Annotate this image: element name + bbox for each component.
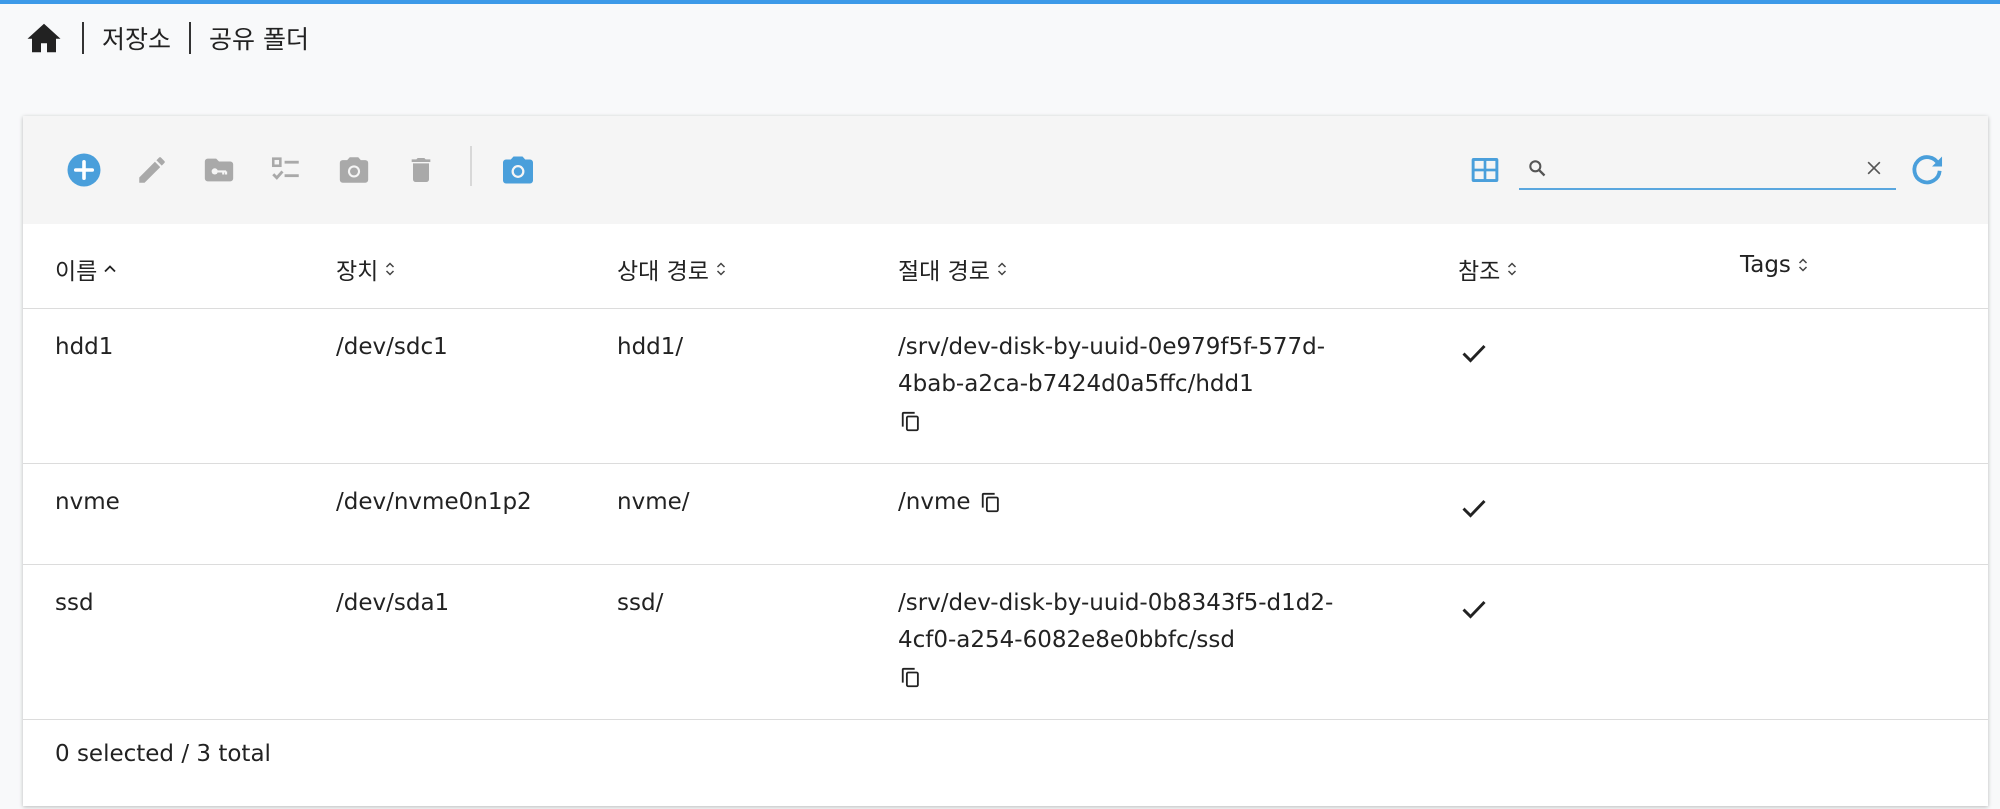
view-toggle-button[interactable] — [1465, 150, 1505, 190]
table-header: 이름 장치 상대 경로 절대 경로 참조 Tags — [23, 224, 1988, 309]
sort-icon — [996, 259, 1008, 279]
sort-icon — [715, 259, 727, 279]
toolbar-divider — [470, 146, 472, 186]
cell-absolute-path: /srv/dev-disk-by-uuid-0b8343f5-d1d2- 4cf… — [898, 585, 1378, 696]
add-icon — [67, 153, 101, 187]
absolute-path-line: 4bab-a2ca-b7424d0a5ffc/hdd1 — [898, 371, 1254, 397]
shared-folders-panel: 이름 장치 상대 경로 절대 경로 참조 Tags hdd1 /dev/sdc1… — [23, 116, 1988, 806]
breadcrumb-separator — [82, 22, 84, 54]
sort-icon — [1797, 255, 1809, 275]
refresh-icon — [1912, 155, 1943, 185]
cell-relative-path: nvme/ — [617, 489, 690, 515]
table-row[interactable]: nvme /dev/nvme0n1p2 nvme/ /nvme — [23, 464, 1988, 565]
camera-icon — [503, 156, 533, 184]
column-header-relative-path[interactable]: 상대 경로 — [617, 252, 727, 286]
absolute-path-line: /srv/dev-disk-by-uuid-0e979f5f-577d- — [898, 334, 1326, 360]
delete-icon — [411, 158, 431, 182]
snapshot-button[interactable] — [334, 150, 374, 190]
checklist-icon — [271, 157, 299, 180]
cell-absolute-path: /srv/dev-disk-by-uuid-0e979f5f-577d- 4ba… — [898, 329, 1378, 440]
sort-icon — [384, 259, 396, 279]
column-header-name[interactable]: 이름 — [55, 252, 117, 286]
absolute-path-line: /srv/dev-disk-by-uuid-0b8343f5-d1d2- — [898, 590, 1334, 616]
snapshots-list-button[interactable] — [498, 150, 538, 190]
column-header-label: 상대 경로 — [617, 259, 709, 285]
copy-path-button[interactable] — [898, 409, 924, 435]
breadcrumb-storage[interactable]: 저장소 — [102, 20, 171, 56]
column-header-label: 장치 — [336, 259, 379, 285]
delete-button[interactable] — [401, 150, 441, 190]
cell-name: ssd — [55, 590, 94, 616]
table-view-icon — [1471, 158, 1499, 182]
top-accent-bar — [0, 0, 2000, 4]
column-header-label: 참조 — [1458, 259, 1501, 285]
copy-icon — [901, 667, 919, 687]
column-header-label: Tags — [1740, 252, 1791, 278]
cell-relative-path: hdd1/ — [617, 334, 684, 360]
add-button[interactable] — [64, 150, 104, 190]
toolbar — [23, 116, 1988, 224]
selection-status: 0 selected / 3 total — [55, 741, 271, 767]
cell-name: nvme — [55, 489, 120, 515]
folder-key-icon — [204, 158, 234, 182]
search-input[interactable] — [1557, 154, 1851, 184]
acl-button[interactable] — [266, 150, 306, 190]
snapshot-icon — [339, 157, 369, 183]
copy-path-button[interactable] — [978, 490, 1004, 516]
search-icon — [1529, 160, 1546, 177]
copy-icon — [901, 411, 919, 431]
edit-icon — [139, 157, 165, 183]
cell-device: /dev/sdc1 — [336, 334, 448, 360]
permissions-button[interactable] — [199, 150, 239, 190]
absolute-path-line: /nvme — [898, 489, 971, 515]
column-header-device[interactable]: 장치 — [336, 252, 396, 286]
cell-name: hdd1 — [55, 334, 114, 360]
absolute-path-line: 4cf0-a254-6082e8e0bbfc/ssd — [898, 627, 1235, 653]
column-header-absolute-path[interactable]: 절대 경로 — [898, 252, 1008, 286]
edit-button[interactable] — [132, 150, 172, 190]
cell-device: /dev/nvme0n1p2 — [336, 489, 532, 515]
breadcrumb-separator — [189, 22, 192, 54]
check-icon — [1462, 499, 1486, 518]
check-icon — [1462, 344, 1486, 363]
breadcrumb-shared-folders: 공유 폴더 — [209, 25, 309, 54]
copy-icon — [981, 492, 999, 512]
column-header-tags[interactable]: Tags — [1740, 252, 1809, 278]
clear-search-icon[interactable] — [1864, 158, 1884, 178]
cell-absolute-path: /nvme — [898, 484, 1378, 521]
breadcrumb: 저장소 공유 폴더 — [24, 18, 309, 58]
copy-path-button[interactable] — [898, 665, 924, 691]
column-header-label: 절대 경로 — [898, 259, 990, 285]
breadcrumb-home[interactable] — [24, 18, 64, 58]
search-box — [1519, 150, 1896, 190]
cell-device: /dev/sda1 — [336, 590, 450, 616]
table-row[interactable]: hdd1 /dev/sdc1 hdd1/ /srv/dev-disk-by-uu… — [23, 309, 1988, 464]
cell-relative-path: ssd/ — [617, 590, 664, 616]
check-icon — [1462, 600, 1486, 619]
column-header-referenced[interactable]: 참조 — [1458, 252, 1518, 286]
sort-asc-icon — [103, 262, 117, 276]
column-header-label: 이름 — [55, 259, 98, 285]
home-icon — [27, 23, 61, 53]
table-row[interactable]: ssd /dev/sda1 ssd/ /srv/dev-disk-by-uuid… — [23, 565, 1988, 720]
sort-icon — [1506, 259, 1518, 279]
refresh-button[interactable] — [1907, 150, 1947, 190]
